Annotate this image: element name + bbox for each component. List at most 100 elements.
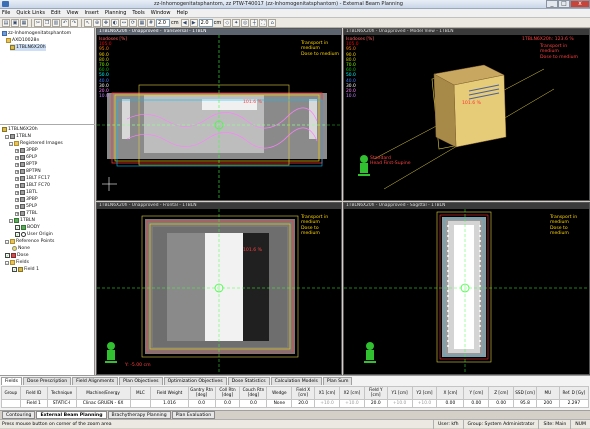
tree-fields[interactable]: - Fields [5,259,29,266]
tree-image-root[interactable]: -1TBLN [5,133,31,140]
save-icon[interactable]: ▣ [11,18,19,27]
tab-field-alignments[interactable]: Field Alignments [72,377,119,385]
tree-plan-selected[interactable]: 1TBLN6X20h [10,44,46,51]
workspace-plan-evaluation[interactable]: Plan Evaluation [171,411,216,419]
col-coll-rtn[interactable]: Coll Rtn [deg] [214,386,241,400]
tree-image-item[interactable]: +1BTL [15,189,37,196]
table-row[interactable]: Field 1 STATIC-I Clinac GRUEN - 6X 1.016… [1,399,590,408]
print-icon[interactable]: ▦ [20,18,28,27]
reset-view-icon[interactable]: ⌂ [268,18,277,27]
checkbox-checked-icon[interactable]: ✓ [15,232,20,237]
collapse-icon[interactable]: - [9,141,13,146]
menu-quick-links[interactable]: Quick Links [16,10,45,16]
tab-optimization-objectives[interactable]: Optimization Objectives [163,377,227,385]
col-field-weight[interactable]: Field Weight [150,386,189,400]
crosshair-icon[interactable]: ┼ [250,18,259,27]
menu-insert[interactable]: Insert [85,10,99,16]
pointer-tool-icon[interactable]: ↖ [84,18,92,27]
zoom-input[interactable]: 2.0 [156,18,170,27]
col-field-id[interactable]: Field ID [19,386,48,400]
col-z[interactable]: Z [cm] [488,386,515,400]
step-input[interactable]: 2.0 [198,18,213,27]
copy-icon[interactable]: ❐ [43,18,51,27]
checkbox-checked-icon[interactable]: ✓ [12,267,17,272]
tree-structure-body[interactable]: ✓ BODY [15,224,40,231]
collapse-icon[interactable]: - [5,134,9,139]
fit-view-icon[interactable]: ⛶ [259,18,268,27]
undo-icon[interactable]: ↶ [61,18,69,27]
pan-tool-icon[interactable]: ✥ [102,18,110,27]
menu-file[interactable]: File [2,10,10,16]
tree-plan-root[interactable]: 1TBLN6X20h [2,126,38,133]
tree-field-1[interactable]: ✓ Field 1 [12,266,39,273]
tab-plan-sum[interactable]: Plan Sum [322,377,353,385]
tree-image-item[interactable]: +1BLT FC17 [15,175,50,182]
layout-icon[interactable]: ▦ [138,18,146,27]
tree-image-item[interactable]: +1BLT FC70 [15,182,50,189]
tree-image-item[interactable]: +8PTP [15,161,37,168]
tree-image-item[interactable]: +3PBP [15,196,38,203]
collapse-icon[interactable]: - [5,239,9,244]
window-level-icon[interactable]: ◐ [111,18,119,27]
arrow-left-icon[interactable]: ◀ [180,18,189,27]
tree-image-item[interactable]: +6PLP [15,154,37,161]
col-ref-d[interactable]: Ref. D [Gy] [558,386,590,400]
tree-course[interactable]: AXD10028n [6,37,39,44]
col-gantry-rtn[interactable]: Gantry Rtn [deg] [187,386,216,400]
tab-plan-objectives[interactable]: Plan Objectives [119,377,163,385]
paste-icon[interactable]: ▥ [52,18,60,27]
workspace-contouring[interactable]: Contouring [2,411,36,419]
close-button[interactable]: x [570,0,590,8]
tree-image-item[interactable]: +8PTPN [15,168,41,175]
tab-calculation-models[interactable]: Calculation Models [270,377,322,385]
col-wedge[interactable]: Wedge [266,386,293,400]
zoom-tool-icon[interactable]: ⊕ [93,18,101,27]
col-x[interactable]: X [cm] [436,386,465,400]
col-technique[interactable]: Technique [46,386,77,400]
redo-icon[interactable]: ↷ [70,18,78,27]
tree-image-item[interactable]: +3PBP [15,147,38,154]
menu-tools[interactable]: Tools [132,10,144,16]
grid-icon[interactable]: # [147,18,155,27]
tree-reference-points[interactable]: - Reference Points [5,238,54,245]
tab-dose-prescription[interactable]: Dose Prescription [23,377,72,385]
tree-image-item[interactable]: +5PLP [15,203,37,210]
menu-view[interactable]: View [67,10,79,16]
menu-planning[interactable]: Planning [105,10,127,16]
tree-user-origin[interactable]: ✓ User Origin [15,231,53,238]
menu-window[interactable]: Window [151,10,171,16]
col-group[interactable]: Group [1,386,21,400]
col-x1[interactable]: X1 [cm] [314,386,340,400]
workspace-external-beam-planning[interactable]: External Beam Planning [36,411,107,419]
beam-tool-icon[interactable]: ✦ [232,18,241,27]
tree-patient[interactable]: zz-Inhomogenitatsphantom [2,30,71,37]
collapse-icon[interactable]: - [9,218,13,223]
structure-tool-icon[interactable]: ◇ [223,18,232,27]
tab-dose-statistics[interactable]: Dose Statistics [227,377,270,385]
maximize-button[interactable]: □ [558,0,570,8]
minimize-button[interactable]: _ [546,0,558,8]
tree-reference-none[interactable]: None [12,245,30,252]
dose-tool-icon[interactable]: ◎ [241,18,250,27]
frontal-view[interactable]: 1TBLN6X20h - Unapproved - Frontal - 1TBL… [96,202,342,375]
collapse-icon[interactable]: - [5,260,9,265]
sagittal-view[interactable]: 1TBLN6X20h - Unapproved - Sagittal - 1TB… [343,202,590,375]
tree-dose[interactable]: ✓ Dose [5,252,29,259]
tree-structure-set[interactable]: -1TBLN [9,217,35,224]
checkbox-checked-icon[interactable]: ✓ [5,253,10,258]
rotate-icon[interactable]: ⟳ [129,18,137,27]
col-y1[interactable]: Y1 [cm] [386,386,413,400]
measure-icon[interactable]: ↔ [120,18,128,27]
tab-fields[interactable]: Fields [1,377,22,385]
transversal-view[interactable]: 1TBLN6X20h - Unapproved - Transversal - … [96,28,342,201]
tree-registered-images[interactable]: - Registered Images [9,140,63,147]
col-mlc[interactable]: MLC [129,386,152,400]
menu-edit[interactable]: Edit [51,10,61,16]
tree-image-item[interactable]: +7TBL [15,210,37,217]
menu-help[interactable]: Help [176,10,187,16]
workspace-brachytherapy-planning[interactable]: Brachytherapy Planning [107,411,171,419]
col-ssd[interactable]: SSD [cm] [513,386,537,400]
open-patient-icon[interactable]: ▤ [2,18,10,27]
col-y[interactable]: Y [cm] [463,386,490,400]
col-y2[interactable]: Y2 [cm] [411,386,438,400]
